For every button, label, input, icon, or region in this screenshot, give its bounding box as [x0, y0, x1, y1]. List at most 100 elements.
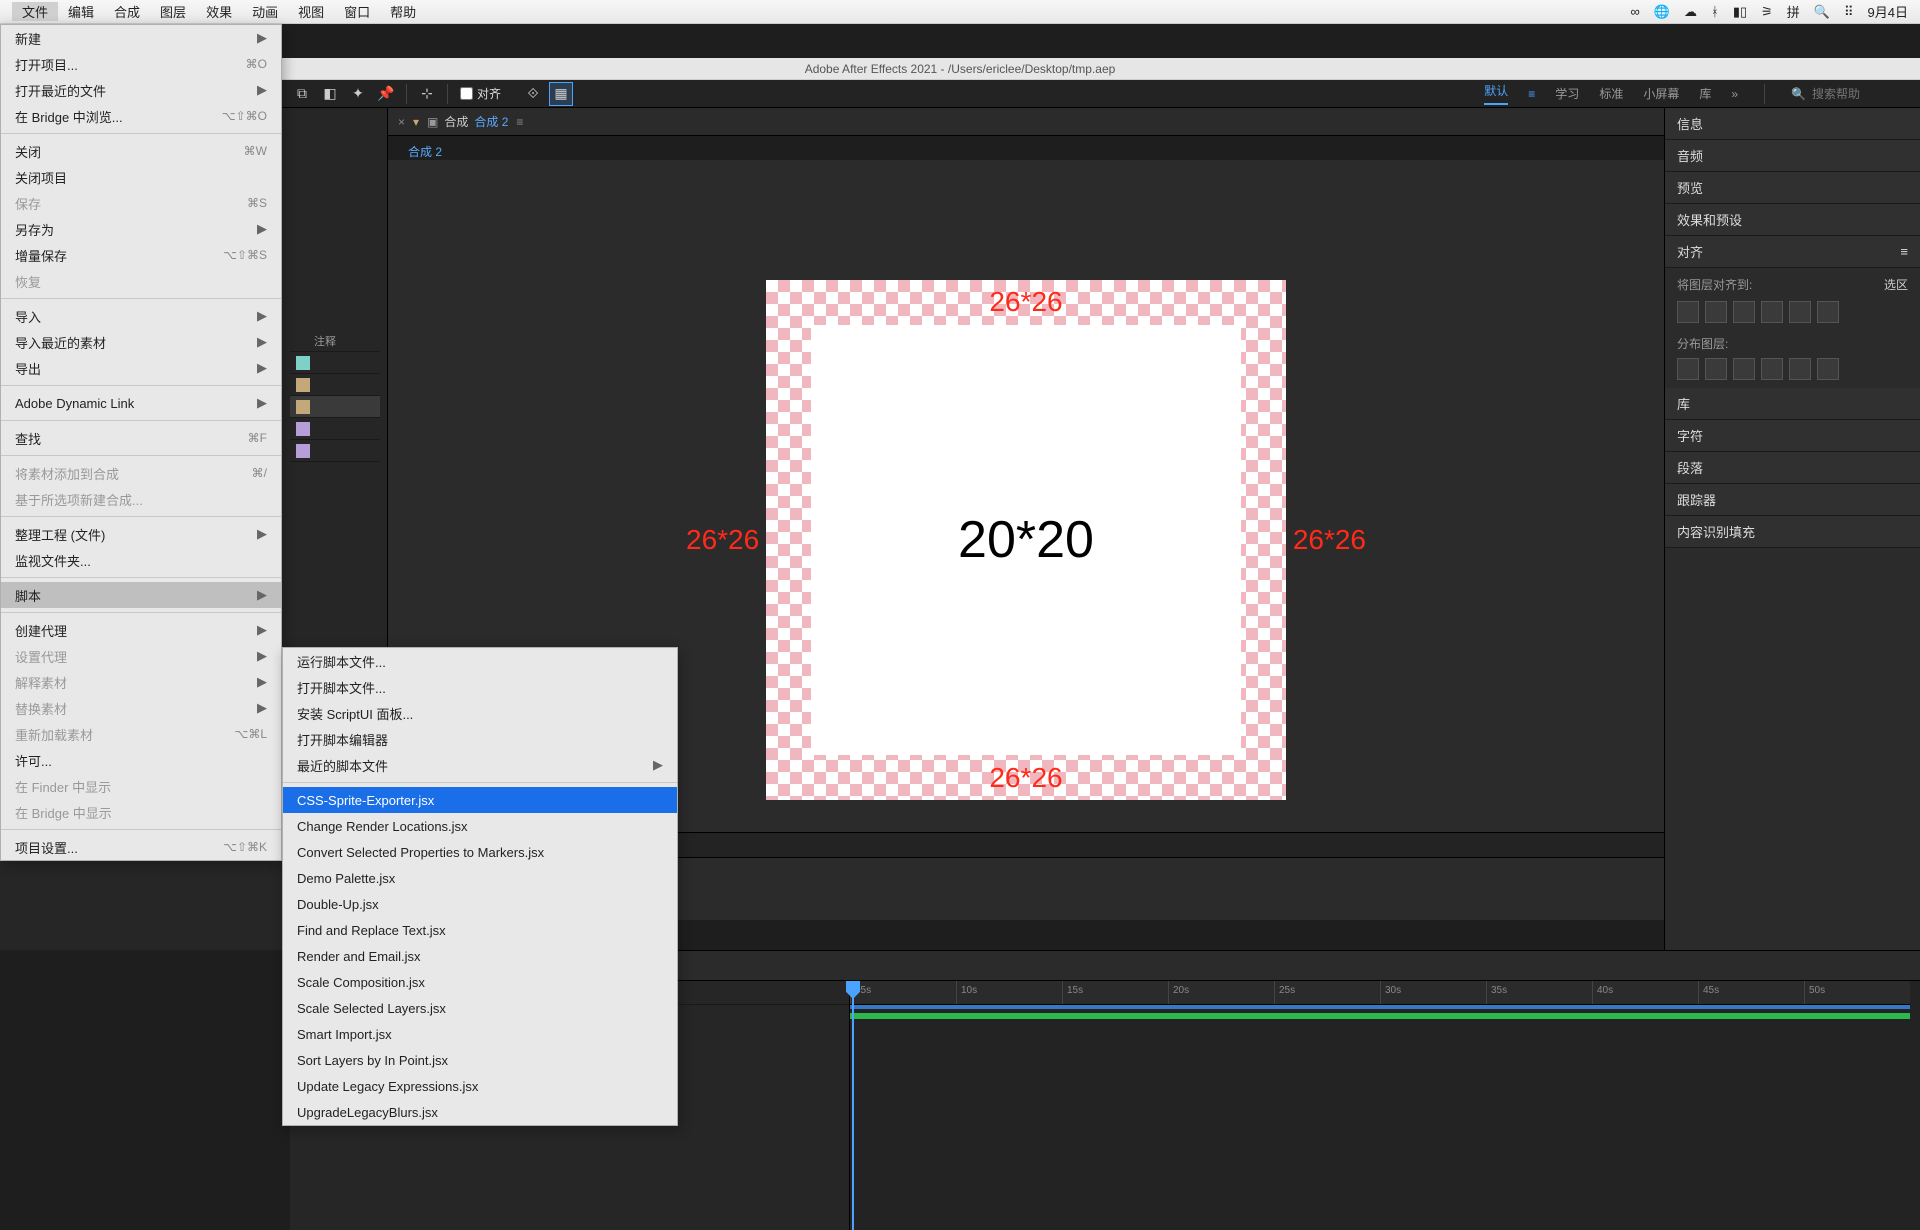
- dist-3-icon[interactable]: [1733, 358, 1755, 380]
- control-center-icon[interactable]: ⠿: [1844, 4, 1854, 20]
- panel-align[interactable]: 对齐≡: [1665, 236, 1920, 268]
- script-file-item[interactable]: Smart Import.jsx: [283, 1021, 677, 1047]
- layer-swatch-5[interactable]: [290, 440, 380, 462]
- menu-help[interactable]: 帮助: [380, 2, 426, 21]
- align-to-dropdown[interactable]: 选区: [1884, 276, 1908, 293]
- panel-info[interactable]: 信息: [1665, 108, 1920, 140]
- file-menu-item[interactable]: 创建代理▶: [1, 617, 281, 643]
- axis-icon[interactable]: ⊹: [415, 82, 439, 106]
- file-menu-item[interactable]: 导入▶: [1, 303, 281, 329]
- menu-edit[interactable]: 编辑: [58, 2, 104, 21]
- script-menu-item[interactable]: 安装 ScriptUI 面板...: [283, 700, 677, 726]
- search-icon[interactable]: 🔍: [1791, 87, 1806, 101]
- file-menu-item[interactable]: 新建▶: [1, 25, 281, 51]
- panel-audio[interactable]: 音频: [1665, 140, 1920, 172]
- creative-cloud-icon[interactable]: ∞: [1631, 4, 1640, 19]
- file-menu-item[interactable]: Adobe Dynamic Link▶: [1, 390, 281, 416]
- file-menu-item[interactable]: 打开项目...⌘O: [1, 51, 281, 77]
- file-menu-item[interactable]: 项目设置...⌥⇧⌘K: [1, 834, 281, 860]
- workspace-library[interactable]: 库: [1699, 85, 1711, 102]
- battery-icon[interactable]: ▮▯: [1733, 4, 1747, 20]
- timeline-workarea[interactable]: [850, 1005, 1910, 1009]
- script-file-item[interactable]: Scale Selected Layers.jsx: [283, 995, 677, 1021]
- timeline-layer-bar[interactable]: [850, 1013, 1910, 1019]
- file-menu-item[interactable]: 关闭项目: [1, 164, 281, 190]
- align-left-icon[interactable]: [1677, 301, 1699, 323]
- wifi-icon[interactable]: ⚞: [1761, 4, 1773, 20]
- align-right-icon[interactable]: [1733, 301, 1755, 323]
- menu-effect[interactable]: 效果: [196, 2, 242, 21]
- menu-layer[interactable]: 图层: [150, 2, 196, 21]
- search-input[interactable]: [1812, 87, 1912, 101]
- file-menu-item[interactable]: 导出▶: [1, 355, 281, 381]
- close-tab-icon[interactable]: ×: [398, 115, 405, 129]
- menu-animation[interactable]: 动画: [242, 2, 288, 21]
- layer-swatch-1[interactable]: [290, 352, 380, 374]
- spotlight-icon[interactable]: 🔍: [1814, 4, 1830, 20]
- align-hcenter-icon[interactable]: [1705, 301, 1727, 323]
- breadcrumb-comp-name[interactable]: 合成 2: [474, 113, 508, 130]
- bluetooth-icon[interactable]: ᚼ: [1711, 4, 1719, 19]
- workspace-small[interactable]: 小屏幕: [1643, 85, 1679, 102]
- timeline-playhead[interactable]: [852, 981, 854, 1230]
- script-file-item[interactable]: Sort Layers by In Point.jsx: [283, 1047, 677, 1073]
- menu-view[interactable]: 视图: [288, 2, 334, 21]
- layer-swatch-4[interactable]: [290, 418, 380, 440]
- script-file-item[interactable]: Double-Up.jsx: [283, 891, 677, 917]
- file-menu-item[interactable]: 许可...: [1, 747, 281, 773]
- file-menu-item[interactable]: 增量保存⌥⇧⌘S: [1, 242, 281, 268]
- panel-library[interactable]: 库: [1665, 388, 1920, 420]
- script-file-item[interactable]: Demo Palette.jsx: [283, 865, 677, 891]
- workspace-learn[interactable]: 学习: [1555, 85, 1579, 102]
- dist-4-icon[interactable]: [1761, 358, 1783, 380]
- align-vcenter-icon[interactable]: [1789, 301, 1811, 323]
- file-menu-item[interactable]: 监视文件夹...: [1, 547, 281, 573]
- script-file-item[interactable]: Change Render Locations.jsx: [283, 813, 677, 839]
- clone-tool-icon[interactable]: ⧉: [290, 82, 314, 106]
- file-menu-item[interactable]: 脚本▶: [1, 582, 281, 608]
- workspace-menu-icon[interactable]: ≡: [1528, 87, 1535, 101]
- panel-effects[interactable]: 效果和预设: [1665, 204, 1920, 236]
- wechat-icon[interactable]: ☁: [1684, 4, 1697, 20]
- input-method-icon[interactable]: 拼: [1787, 2, 1800, 21]
- panel-preview[interactable]: 预览: [1665, 172, 1920, 204]
- layer-dropdown-icon[interactable]: ▾: [413, 115, 419, 129]
- script-file-item[interactable]: UpgradeLegacyBlurs.jsx: [283, 1099, 677, 1125]
- file-menu-item[interactable]: 打开最近的文件▶: [1, 77, 281, 103]
- script-file-item[interactable]: Convert Selected Properties to Markers.j…: [283, 839, 677, 865]
- panel-menu-icon[interactable]: ≡: [1900, 244, 1908, 259]
- timeline-ruler[interactable]: 05s 10s 15s 20s 25s 30s 35s 40s 45s 50s: [850, 981, 1910, 1005]
- file-menu-item[interactable]: 导入最近的素材▶: [1, 329, 281, 355]
- snap-options-icon[interactable]: ⟐: [521, 82, 545, 106]
- script-menu-item[interactable]: 打开脚本编辑器: [283, 726, 677, 752]
- puppet-tool-icon[interactable]: 📌: [374, 82, 398, 106]
- script-menu-item[interactable]: 运行脚本文件...: [283, 648, 677, 674]
- dist-1-icon[interactable]: [1677, 358, 1699, 380]
- breadcrumb-menu-icon[interactable]: ≡: [516, 115, 523, 129]
- panel-tracker[interactable]: 跟踪器: [1665, 484, 1920, 516]
- menu-composition[interactable]: 合成: [104, 2, 150, 21]
- eraser-tool-icon[interactable]: ◧: [318, 82, 342, 106]
- browser-icon[interactable]: 🌐: [1654, 4, 1670, 20]
- snapping-enabled-icon[interactable]: ▦: [549, 82, 573, 106]
- script-file-item[interactable]: Update Legacy Expressions.jsx: [283, 1073, 677, 1099]
- workspace-standard[interactable]: 标准: [1599, 85, 1623, 102]
- dist-5-icon[interactable]: [1789, 358, 1811, 380]
- file-menu-item[interactable]: 在 Bridge 中浏览...⌥⇧⌘O: [1, 103, 281, 129]
- layer-swatch-2[interactable]: [290, 374, 380, 396]
- layer-swatch-3[interactable]: [290, 396, 380, 418]
- file-menu-item[interactable]: 关闭⌘W: [1, 138, 281, 164]
- snap-checkbox[interactable]: [460, 87, 473, 100]
- workspace-more-icon[interactable]: »: [1731, 87, 1738, 101]
- dist-6-icon[interactable]: [1817, 358, 1839, 380]
- menu-window[interactable]: 窗口: [334, 2, 380, 21]
- align-top-icon[interactable]: [1761, 301, 1783, 323]
- comp-tab[interactable]: 合成 2: [408, 143, 442, 160]
- dist-2-icon[interactable]: [1705, 358, 1727, 380]
- script-file-item[interactable]: Scale Composition.jsx: [283, 969, 677, 995]
- date-label[interactable]: 9月4日: [1868, 2, 1908, 21]
- menu-file[interactable]: 文件: [12, 2, 58, 21]
- script-file-item[interactable]: CSS-Sprite-Exporter.jsx: [283, 787, 677, 813]
- file-menu-item[interactable]: 另存为▶: [1, 216, 281, 242]
- panel-paragraph[interactable]: 段落: [1665, 452, 1920, 484]
